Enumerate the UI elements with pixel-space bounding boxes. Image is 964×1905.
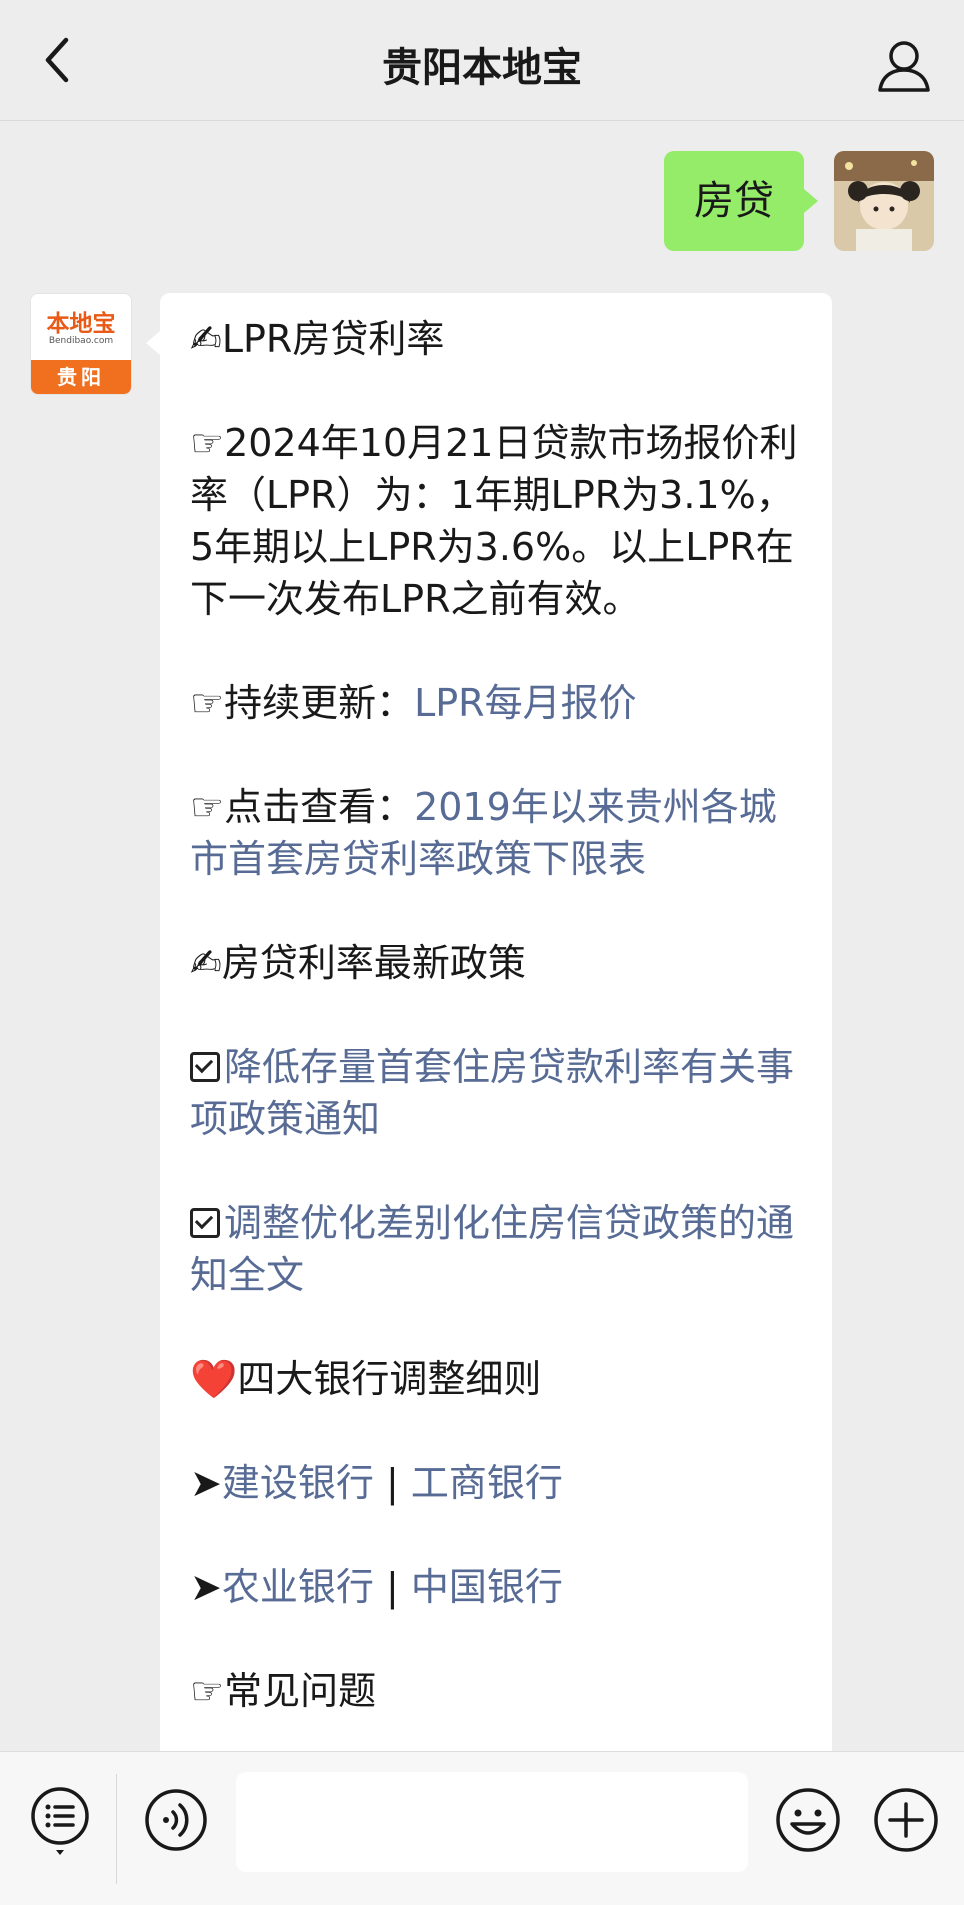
- user-message-bubble[interactable]: 房贷: [664, 151, 818, 251]
- smiley-icon: [776, 1788, 840, 1852]
- logo-city: 贵阳: [31, 360, 131, 394]
- message-input[interactable]: [236, 1772, 748, 1872]
- update-line: ☞持续更新：LPR每月报价: [190, 677, 802, 729]
- checkbox-icon: [190, 1052, 220, 1082]
- section-title-banks: ❤️四大银行调整细则: [190, 1357, 542, 1401]
- top-bar: 贵阳本地宝: [0, 0, 964, 121]
- view-line: ☞点击查看：2019年以来贵州各城市首套房贷利率政策下限表: [190, 781, 802, 885]
- bank-separator: |: [373, 1565, 411, 1609]
- bank-link-abc[interactable]: 农业银行: [222, 1565, 374, 1609]
- policy-line-2: 调整优化差别化住房信贷政策的通知全文: [190, 1197, 802, 1301]
- arrow-icon: ➤: [190, 1461, 222, 1505]
- voice-button[interactable]: [144, 1788, 208, 1852]
- bank-line-1: ➤建设银行 | 工商银行: [190, 1457, 802, 1509]
- update-prefix: ☞持续更新：: [190, 681, 415, 725]
- input-bar: [0, 1751, 964, 1905]
- section-title-policy: ✍房贷利率最新政策: [190, 941, 526, 985]
- person-icon: [878, 41, 930, 92]
- user-avatar-image: [834, 151, 934, 251]
- bank-link-boc[interactable]: 中国银行: [411, 1565, 563, 1609]
- emoji-button[interactable]: [774, 1786, 842, 1854]
- view-prefix: ☞点击查看：: [190, 785, 415, 829]
- bank-line-2: ➤农业银行 | 中国银行: [190, 1561, 802, 1613]
- profile-button[interactable]: [874, 36, 934, 96]
- voice-icon: [145, 1789, 207, 1851]
- policy-link-rate-reduction[interactable]: 降低存量首套住房贷款利率有关事项政策通知: [190, 1045, 794, 1141]
- bank-link-ccb[interactable]: 建设银行: [222, 1461, 374, 1505]
- bot-message-bubble: ✍LPR房贷利率 ☞2024年10月21日贷款市场报价利率（LPR）为：1年期L…: [146, 293, 832, 1751]
- lpr-rate-text: ☞2024年10月21日贷款市场报价利率（LPR）为：1年期LPR为3.1%，5…: [190, 421, 798, 621]
- logo-text: 本地宝: [46, 310, 116, 337]
- more-button[interactable]: [872, 1786, 940, 1854]
- user-message: 房贷: [664, 151, 934, 251]
- policy-link-credit-adjustment[interactable]: 调整优化差别化住房信贷政策的通知全文: [190, 1201, 794, 1297]
- bot-avatar[interactable]: 本地宝 Bendibao.com 贵阳: [30, 293, 132, 395]
- user-avatar[interactable]: [834, 151, 934, 251]
- logo-domain: Bendibao.com: [48, 336, 114, 346]
- plus-icon: [874, 1788, 938, 1852]
- list-menu-icon: [31, 1787, 89, 1855]
- policy-line-1: 降低存量首套住房贷款利率有关事项政策通知: [190, 1041, 802, 1145]
- menu-button[interactable]: [28, 1786, 92, 1858]
- checkbox-icon: [190, 1208, 220, 1238]
- section-title-lpr: ✍LPR房贷利率: [190, 317, 445, 361]
- page-title: 贵阳本地宝: [382, 45, 582, 91]
- faq-title: ☞常见问题: [190, 1669, 377, 1713]
- lpr-monthly-link[interactable]: LPR每月报价: [414, 681, 637, 725]
- arrow-icon: ➤: [190, 1565, 222, 1609]
- input-bar-divider: [116, 1774, 117, 1884]
- bank-link-icbc[interactable]: 工商银行: [411, 1461, 563, 1505]
- chat-area[interactable]: 房贷 本地宝 Bendibao.com 贵阳 ✍LPR房贷利率 ☞2024年10…: [0, 121, 964, 1751]
- bank-separator: |: [373, 1461, 411, 1505]
